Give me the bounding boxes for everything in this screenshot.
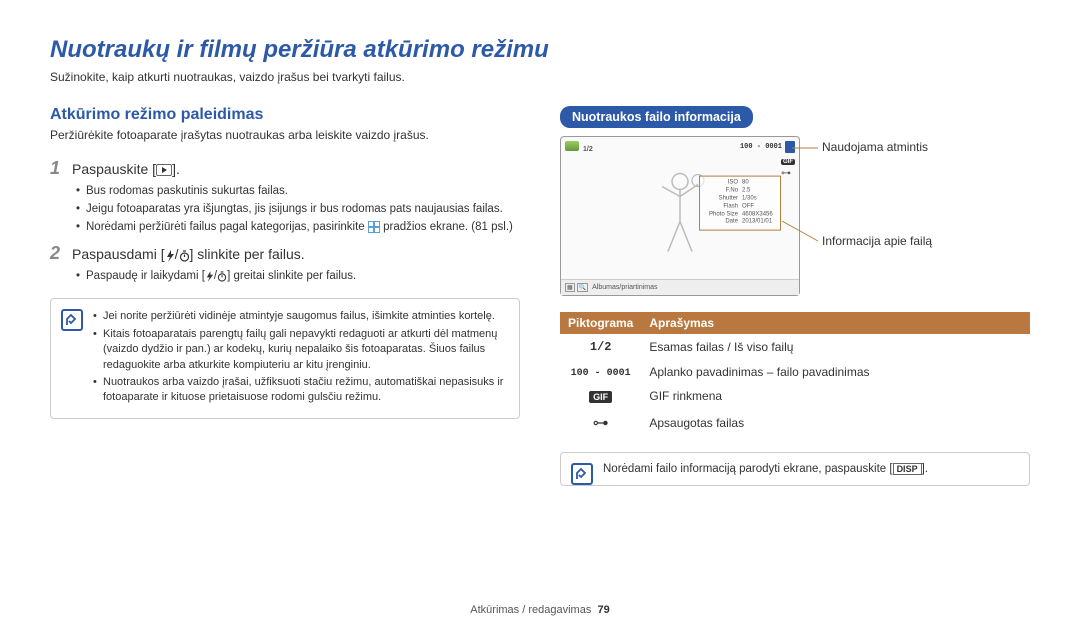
step-1: 1 Paspauskite [ ]. Bus rodomas paskutini… [50,158,520,235]
photo-thumb-icon [565,141,579,151]
list-item: Jeigu fotoaparatas yra išjungtas, jis įs… [76,201,520,217]
disp-button-label: DISP [893,463,922,475]
table-row: 1/2 Esamas failas / Iš viso failų [560,334,1030,359]
step-number: 1 [50,158,66,179]
gif-icon: GIF [781,159,795,165]
smart-album-icon [368,221,380,233]
thumbnail-mode-icon: ▦ [565,283,575,292]
callout-fileinfo: Informacija apie failą [822,234,932,248]
timer-icon [179,246,190,262]
table-header: Aprašymas [641,312,1030,334]
list-item: Bus rodomas paskutinis sukurtas failas. [76,183,520,199]
lock-icon: ⊶ [781,168,795,179]
zoom-mode-icon: 🔍 [577,283,588,292]
file-info-panel: ISO80 F.No2.5 Shutter1/30s FlashOFF Phot… [699,176,781,231]
file-id-label: 100 - 0001 [740,143,782,151]
bottombar-label: Albumas/priartinimas [592,284,657,291]
memory-card-icon [785,141,795,153]
flash-icon [165,246,175,262]
gif-icon: GIF [589,391,612,403]
note-icon [61,309,83,331]
callout-memory: Naudojama atmintis [822,140,928,154]
step-title-1: Paspauskite [ ]. [72,161,180,177]
note-box: Jei norite peržiūrėti vidinėje atmintyje… [50,298,520,418]
table-row: 100 - 0001 Aplanko pavadinimas – failo p… [560,359,1030,384]
file-counter: 1/2 [583,146,593,153]
table-row: GIF GIF rinkmena [560,384,1030,408]
list-item: Kitais fotoaparatais parengtų failų gali… [93,327,507,373]
list-item: Jei norite peržiūrėti vidinėje atmintyje… [93,309,507,324]
fileid-icon: 100 - 0001 [571,368,631,379]
table-row: ⊶ Apsaugotas failas [560,408,1030,438]
flash-icon [205,270,214,282]
counter-icon: 1/2 [590,340,612,354]
display-note: Norėdami failo informaciją parodyti ekra… [560,452,1030,486]
section-desc: Peržiūrėkite fotoaparate įrašytas nuotra… [50,128,520,142]
step-2: 2 Paspausdami [/] slinkite per failus. P… [50,243,520,284]
timer-icon [217,270,227,282]
table-header: Piktograma [560,312,641,334]
page-footer: Atkūrimas / redagavimas 79 [0,604,1080,616]
note-icon [571,463,593,485]
list-item: Paspaudę ir laikydami [/] greitai slinki… [76,268,520,284]
icon-table: Piktograma Aprašymas 1/2 Esamas failas /… [560,312,1030,438]
section-heading: Atkūrimo režimo paleidimas [50,106,520,124]
camera-screen-illustration: 1/2 100 - 0001 GIF ⊶ ISO80 [560,136,1030,296]
info-badge: Nuotraukos failo informacija [560,106,753,128]
playback-icon [156,164,172,176]
step-title-2: Paspausdami [/] slinkite per failus. [72,246,305,262]
page-title: Nuotraukų ir filmų peržiūra atkūrimo rež… [50,36,1030,64]
list-item: Norėdami peržiūrėti failus pagal kategor… [76,219,520,235]
lock-icon: ⊶ [593,415,609,432]
page-subtitle: Sužinokite, kaip atkurti nuotraukas, vai… [50,70,1030,84]
list-item: Nuotraukos arba vaizdo įrašai, užfiksuot… [93,375,507,406]
step-number: 2 [50,243,66,264]
